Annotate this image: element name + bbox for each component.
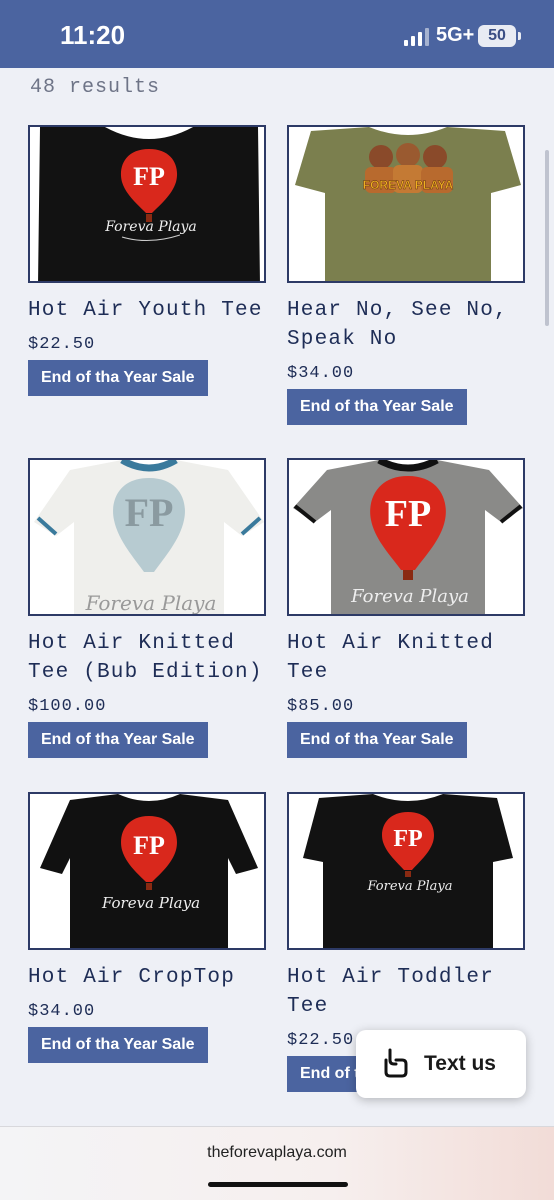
product-image[interactable]: FP Foreva Playa bbox=[28, 458, 266, 616]
foreva-playa-script: Foreva Playa bbox=[366, 879, 452, 894]
foreva-playa-script: Foreva Playa bbox=[350, 586, 469, 607]
sale-badge: End of tha Year Sale bbox=[287, 722, 467, 758]
product-card[interactable]: FOREVA PLAYA Hear No, See No, Speak No $… bbox=[287, 125, 525, 425]
scrollbar[interactable] bbox=[545, 150, 549, 326]
product-image[interactable]: FP Foreva Playa bbox=[287, 458, 525, 616]
product-price: $34.00 bbox=[287, 364, 355, 383]
sale-badge: End of tha Year Sale bbox=[28, 1027, 208, 1063]
network-type: 5G+ bbox=[436, 24, 475, 46]
product-image[interactable]: FOREVA PLAYA bbox=[287, 125, 525, 283]
product-card[interactable]: FP Foreva Playa Hot Air Knitted Tee (Bub… bbox=[28, 458, 266, 758]
product-name[interactable]: Hot Air CropTop bbox=[28, 963, 266, 992]
browser-address-bar[interactable]: theforevaplaya.com bbox=[0, 1126, 554, 1200]
product-image[interactable]: FP Foreva Playa bbox=[28, 125, 266, 283]
product-name[interactable]: Hot Air Youth Tee bbox=[28, 296, 266, 325]
status-bar: 11:20 5G+ 50 bbox=[0, 0, 554, 68]
fp-logo-mark: FP bbox=[125, 490, 174, 535]
product-price: $34.00 bbox=[28, 1002, 96, 1021]
product-name[interactable]: Hot Air Toddler Tee bbox=[287, 963, 525, 1021]
foreva-playa-print: FOREVA PLAYA bbox=[363, 178, 454, 192]
product-image[interactable]: FP Foreva Playa bbox=[28, 792, 266, 950]
sale-badge: End of tha Year Sale bbox=[28, 360, 208, 396]
product-price: $22.50 bbox=[28, 335, 96, 354]
url-text[interactable]: theforevaplaya.com bbox=[0, 1144, 554, 1162]
fp-logo-mark: FP bbox=[133, 162, 165, 191]
product-image[interactable]: FP Foreva Playa bbox=[287, 792, 525, 950]
sale-badge: End of tha Year Sale bbox=[28, 722, 208, 758]
foreva-playa-script: Foreva Playa bbox=[101, 894, 200, 912]
product-price: $100.00 bbox=[28, 697, 107, 716]
product-card[interactable]: FP Foreva Playa Hot Air CropTop $34.00 E… bbox=[28, 792, 266, 1063]
fp-logo-mark: FP bbox=[393, 826, 422, 852]
product-name[interactable]: Hear No, See No, Speak No bbox=[287, 296, 525, 354]
results-count: 48 results bbox=[30, 76, 161, 99]
status-time: 11:20 bbox=[60, 20, 126, 50]
product-name[interactable]: Hot Air Knitted Tee (Bub Edition) bbox=[28, 629, 266, 687]
home-indicator[interactable] bbox=[208, 1182, 348, 1187]
fp-logo-mark: FP bbox=[385, 493, 431, 535]
fp-logo-mark: FP bbox=[133, 831, 165, 860]
foreva-playa-script: Foreva Playa bbox=[85, 591, 217, 615]
battery-icon: 50 bbox=[478, 25, 521, 47]
product-card[interactable]: FP Foreva Playa Hot Air Youth Tee $22.50… bbox=[28, 125, 266, 396]
product-price: $85.00 bbox=[287, 697, 355, 716]
product-name[interactable]: Hot Air Knitted Tee bbox=[287, 629, 525, 687]
text-us-button[interactable]: Text us bbox=[356, 1030, 526, 1098]
sale-badge: End of tha Year Sale bbox=[287, 389, 467, 425]
foreva-playa-script: Foreva Playa bbox=[104, 219, 197, 235]
chat-bubble-icon bbox=[384, 1048, 408, 1078]
text-us-label: Text us bbox=[424, 1052, 496, 1075]
cellular-signal-icon bbox=[404, 28, 430, 46]
product-card[interactable]: FP Foreva Playa Hot Air Knitted Tee $85.… bbox=[287, 458, 525, 758]
